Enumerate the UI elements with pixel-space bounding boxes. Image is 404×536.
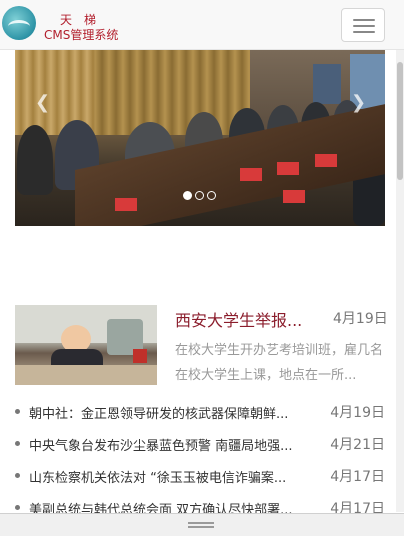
banner-image xyxy=(95,50,250,135)
bullet-icon xyxy=(15,473,20,478)
banner-image xyxy=(240,168,262,181)
scrollbar-thumb[interactable] xyxy=(397,62,403,180)
logo-subtitle-text[interactable]: CMS管理系统 xyxy=(44,26,118,43)
chevron-left-icon[interactable]: ❮ xyxy=(35,92,50,113)
featured-news-image xyxy=(133,349,147,363)
carousel-indicator[interactable] xyxy=(195,191,204,200)
banner-image xyxy=(277,162,299,175)
news-list-item[interactable]: 山东检察机关依法对 “徐玉玉被电信诈骗案... 4月17日 xyxy=(15,465,385,487)
navbar: 天梯 CMS管理系统 xyxy=(0,0,404,50)
bullet-icon xyxy=(15,409,20,414)
featured-news-date: 4月19日 xyxy=(333,311,388,327)
banner-carousel[interactable]: ❮ ❯ xyxy=(15,50,385,226)
featured-news-title[interactable]: 西安大学生举报... xyxy=(175,307,302,331)
carousel-indicator[interactable] xyxy=(183,191,192,200)
news-list-item[interactable]: 朝中社：金正恩领导研发的核武器保障朝鲜... 4月19日 xyxy=(15,401,385,423)
drag-handle-icon[interactable] xyxy=(188,526,214,528)
hamburger-menu-icon xyxy=(353,19,375,21)
banner-image xyxy=(283,190,305,203)
news-title[interactable]: 中央气象台发布沙尘暴蓝色预警 南疆局地强... xyxy=(29,435,329,454)
news-date: 4月19日 xyxy=(330,405,385,421)
carousel-indicator[interactable] xyxy=(207,191,216,200)
news-title[interactable]: 朝中社：金正恩领导研发的核武器保障朝鲜... xyxy=(29,403,329,422)
banner-image xyxy=(115,198,137,211)
featured-news-image[interactable] xyxy=(15,305,157,385)
news-list-item[interactable]: 中央气象台发布沙尘暴蓝色预警 南疆局地强... 4月21日 xyxy=(15,433,385,455)
vertical-scrollbar[interactable] xyxy=(396,50,404,512)
banner-image xyxy=(17,125,53,195)
featured-news-image xyxy=(15,365,157,385)
news-date: 4月21日 xyxy=(330,437,385,453)
banner-image xyxy=(313,64,341,104)
logo-icon[interactable] xyxy=(2,6,36,40)
hamburger-menu-icon xyxy=(353,31,375,33)
bullet-icon xyxy=(15,441,20,446)
featured-news-description: 在校大学生开办艺考培训班，雇几名在校大学生上课，地点在一所... xyxy=(175,343,384,383)
news-date: 4月17日 xyxy=(330,469,385,485)
drag-handle-icon[interactable] xyxy=(188,522,214,524)
banner-image xyxy=(315,154,337,167)
menu-toggle-button[interactable] xyxy=(341,8,385,42)
bottom-resize-bar[interactable] xyxy=(0,513,404,536)
chevron-right-icon[interactable]: ❯ xyxy=(351,92,366,113)
bullet-icon xyxy=(15,505,20,510)
news-title[interactable]: 山东检察机关依法对 “徐玉玉被电信诈骗案... xyxy=(29,467,329,486)
hamburger-menu-icon xyxy=(353,25,375,27)
